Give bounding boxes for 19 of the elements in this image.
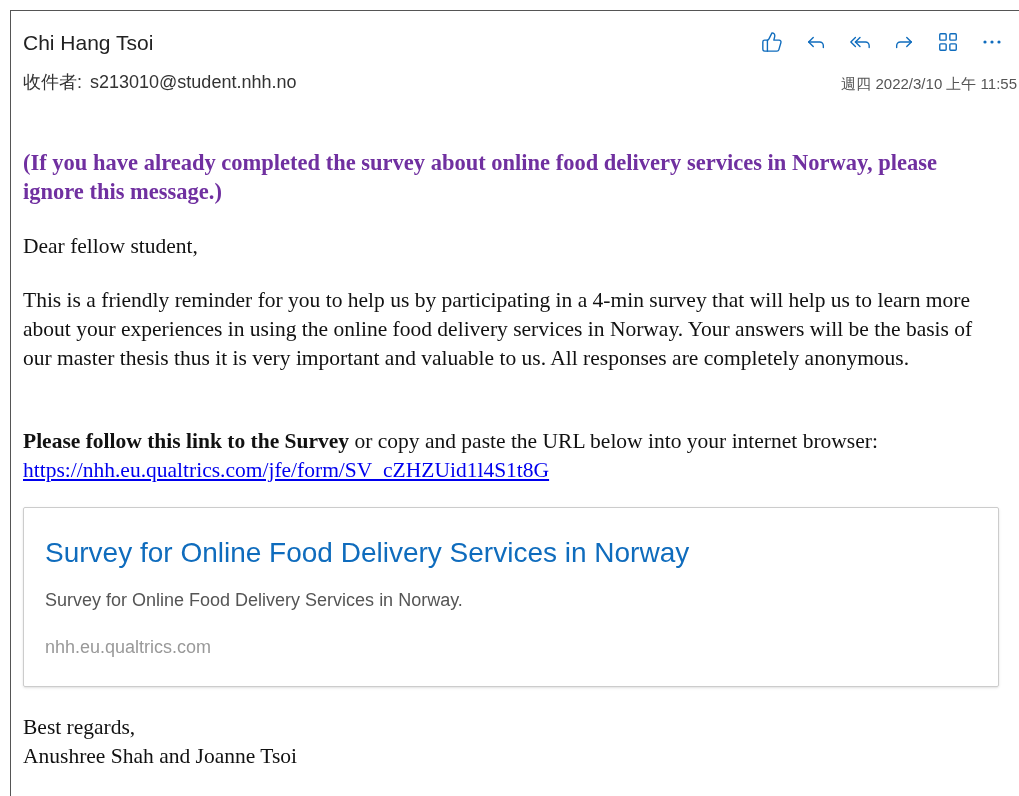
- closing-text: Best regards,: [23, 713, 137, 741]
- link-preview-card[interactable]: Survey for Online Food Delivery Services in Norway Survey for Online Food Delivery Services in Norway. nhh.eu.qualtrics.com: [23, 506, 999, 687]
- signature-text: Anushree Shah and Joanne Tsoi: [23, 742, 298, 770]
- preview-domain: nhh.eu.qualtrics.com: [45, 635, 213, 659]
- recipient-label: 收件者:: [23, 70, 82, 94]
- grid-icon: [937, 31, 959, 53]
- body-paragraph: This is a friendly reminder for you to help us by participating in a 4-min survey that will help us to learn more about your experiences in using the online food delivery services in Norway. Your answers will be the basis of our master thesis thus it is very important and valuable to us. All responses are completely anonymous.: [23, 286, 974, 372]
- notice-text: (If you have already completed the survey about online food delivery services in Norway, please ignore this message.): [23, 148, 938, 206]
- sender-name: Chi Hang Tsoi: [23, 30, 155, 56]
- like-button[interactable]: [759, 29, 785, 55]
- preview-title[interactable]: Survey for Online Food Delivery Services in Norway: [45, 535, 977, 570]
- survey-link[interactable]: https://nhh.eu.qualtrics.com/jfe/form/SV_cZHZUid1l4S1t8G: [23, 457, 550, 482]
- instruction-text: Please follow this link to the Survey or copy and paste the URL below into your internet browser: https://nhh.eu.qualtrics.com/jfe/form/SV_cZHZUid1l4S1t8G: [23, 427, 879, 484]
- thumbs-up-icon: [761, 31, 783, 53]
- preview-description: Survey for Online Food Delivery Services in Norway.: [45, 588, 464, 612]
- message-date: 週四 2022/3/10 上午 11:55: [841, 74, 1018, 94]
- recipient-address: s213010@student.nhh.no: [90, 70, 297, 94]
- more-icon: [983, 40, 1001, 44]
- greeting-text: Dear fellow student,: [23, 232, 199, 260]
